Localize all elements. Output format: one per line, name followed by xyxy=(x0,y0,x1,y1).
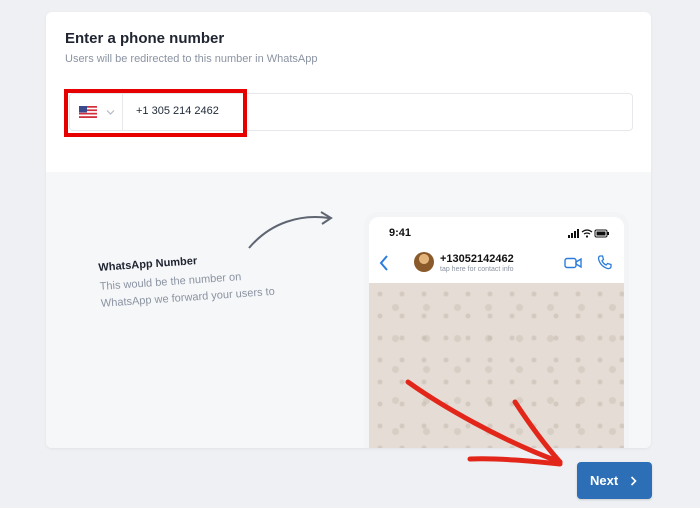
next-button-label: Next xyxy=(590,473,619,488)
video-call-icon[interactable] xyxy=(564,257,582,269)
status-time: 9:41 xyxy=(389,227,412,239)
phone-number-card: Enter a phone number Users will be redir… xyxy=(46,12,651,448)
back-chevron-icon[interactable] xyxy=(379,255,389,271)
us-flag-icon xyxy=(79,106,97,118)
contact-avatar xyxy=(414,252,434,272)
phone-screen: 9:41 +13052142462 tap here for contact i… xyxy=(369,217,624,448)
phone-call-icon[interactable] xyxy=(597,255,612,270)
chat-wallpaper xyxy=(369,283,624,448)
status-bar-icons xyxy=(568,229,609,238)
country-code-select[interactable] xyxy=(70,94,123,130)
chevron-right-icon xyxy=(630,476,637,486)
card-subtitle: Users will be redirected to this number … xyxy=(65,53,318,65)
card-title: Enter a phone number xyxy=(65,30,225,47)
whatsapp-number-note: WhatsApp Number This would be the number… xyxy=(98,247,321,313)
chat-header[interactable]: +13052142462 tap here for contact info xyxy=(369,249,624,279)
preview-section: WhatsApp Number This would be the number… xyxy=(46,172,651,448)
contact-info-hint: tap here for contact info xyxy=(440,266,514,273)
phone-number-field xyxy=(69,93,633,131)
contact-name: +13052142462 xyxy=(440,253,514,265)
next-button[interactable]: Next xyxy=(577,462,652,499)
curved-arrow-icon xyxy=(248,211,333,249)
phone-number-input[interactable] xyxy=(130,94,622,128)
phone-mockup: 9:41 +13052142462 tap here for contact i… xyxy=(364,212,629,448)
chevron-down-icon xyxy=(106,110,115,115)
